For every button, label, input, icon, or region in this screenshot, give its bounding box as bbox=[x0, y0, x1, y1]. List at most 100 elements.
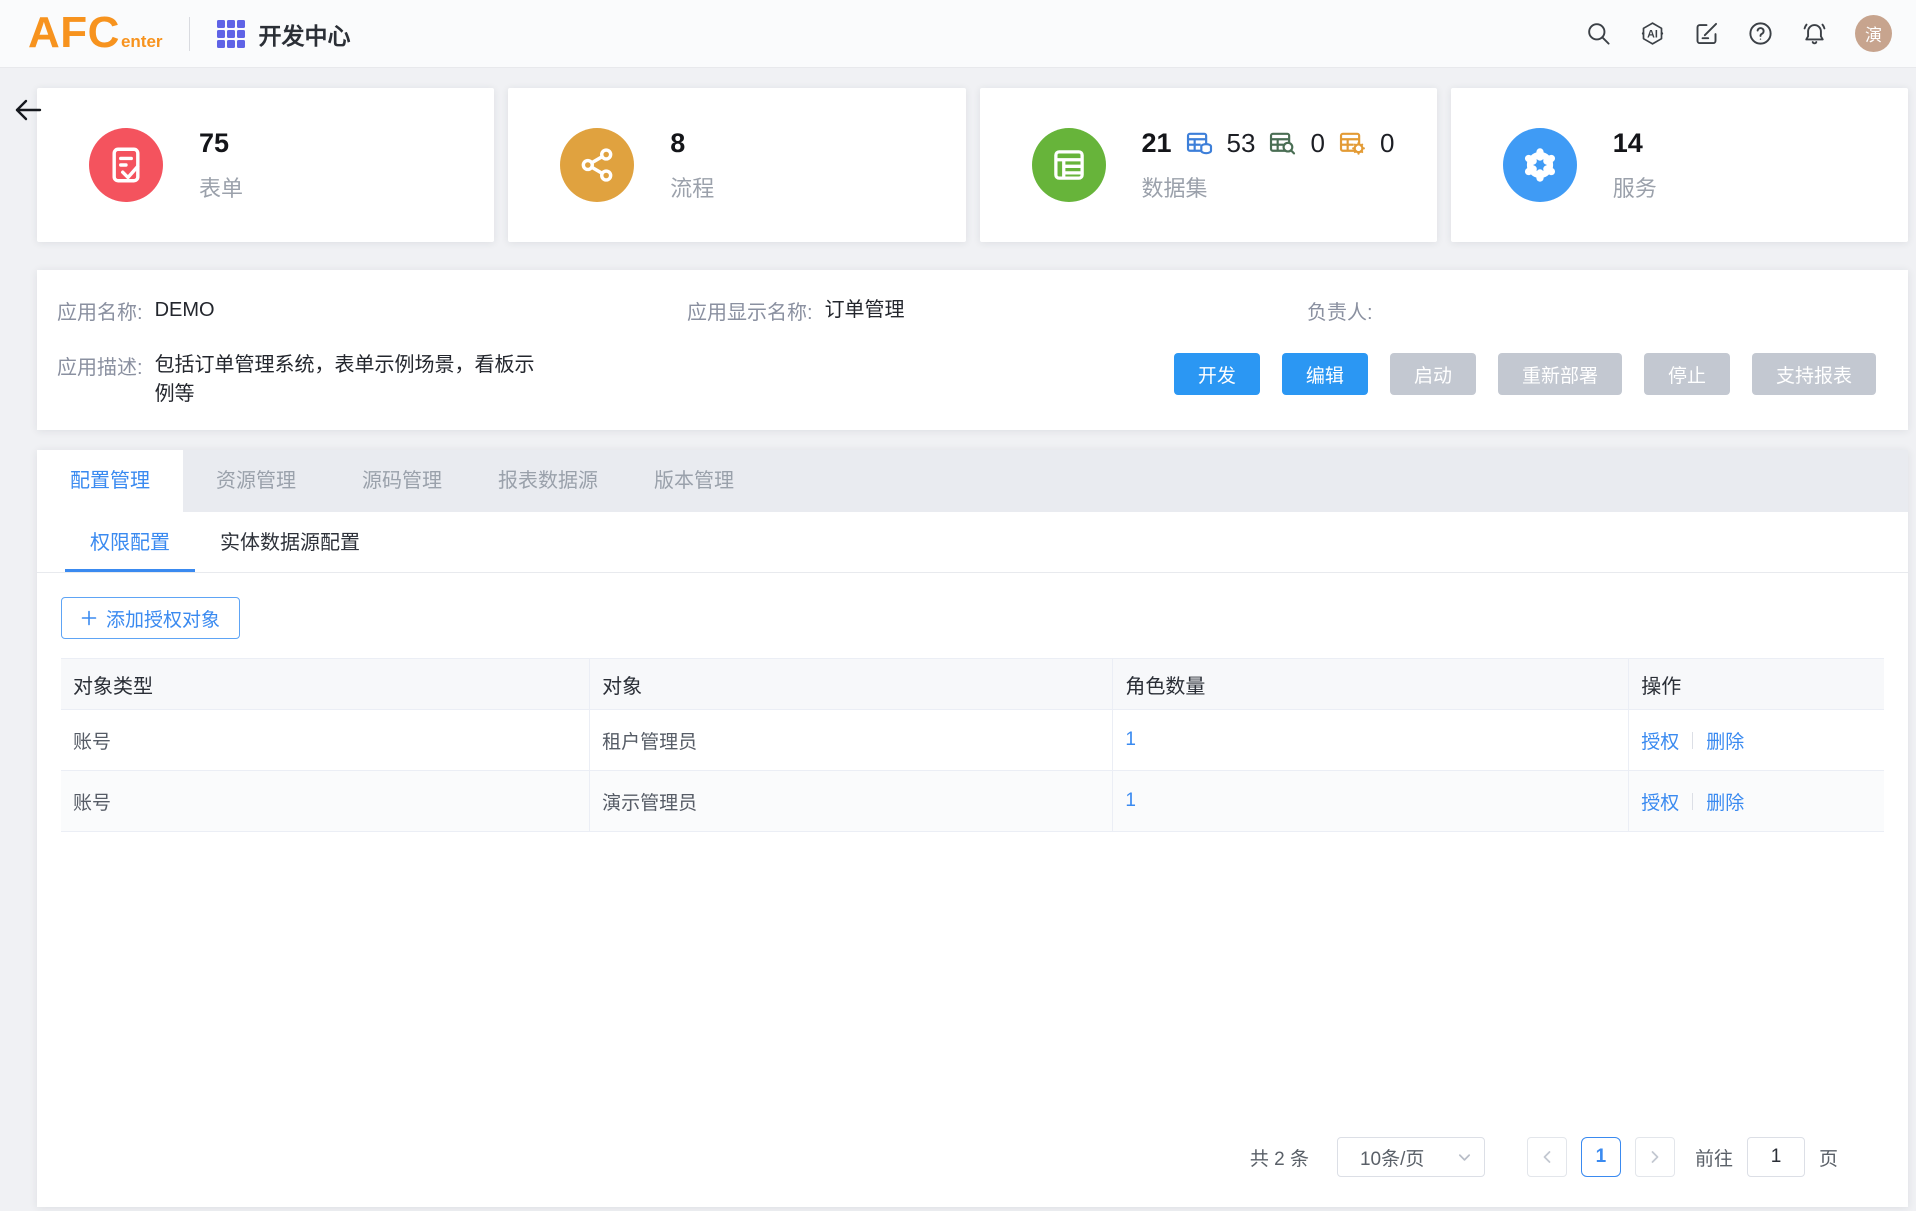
compose-icon[interactable] bbox=[1693, 20, 1720, 47]
ai-assistant-icon[interactable]: AI bbox=[1639, 20, 1666, 47]
dataset-gear-icon bbox=[1338, 129, 1367, 158]
app-info-panel: 应用名称: DEMO 应用显示名称: 订单管理 负责人: 应用描述: 包括订单管… bbox=[37, 270, 1908, 430]
subtab-entity-datasource-config[interactable]: 实体数据源配置 bbox=[195, 512, 385, 572]
action-divider bbox=[1692, 793, 1693, 810]
authorization-table: 对象类型 对象 角色数量 操作 账号 租户管理员 1 授权 删除 bbox=[61, 658, 1884, 832]
tab-report-datasource[interactable]: 报表数据源 bbox=[475, 450, 621, 512]
header-object: 对象 bbox=[590, 659, 1113, 710]
prev-page-button[interactable] bbox=[1527, 1137, 1567, 1177]
stat-value: 8 bbox=[670, 128, 714, 159]
logo-sub-text: enter bbox=[121, 32, 163, 52]
stat-card-forms: 75 表单 bbox=[37, 88, 494, 242]
notification-bell-icon[interactable] bbox=[1801, 20, 1828, 47]
stat-card-flows: 8 流程 bbox=[508, 88, 965, 242]
chevron-left-icon bbox=[1539, 1149, 1555, 1165]
table-row: 账号 租户管理员 1 授权 删除 bbox=[61, 710, 1884, 771]
chevron-down-icon bbox=[1457, 1150, 1472, 1165]
stat-value: 21 bbox=[1142, 128, 1172, 159]
cell-object-type: 账号 bbox=[61, 710, 590, 771]
back-arrow-button[interactable] bbox=[13, 96, 43, 124]
stat-value: 75 bbox=[199, 128, 243, 159]
dataset-search-icon bbox=[1268, 129, 1297, 158]
app-display-name-label: 应用显示名称: bbox=[687, 296, 813, 325]
stat-card-services: 14 服务 bbox=[1451, 88, 1908, 242]
flow-share-icon bbox=[560, 128, 634, 202]
permission-config-panel: 添加授权对象 对象类型 对象 角色数量 操作 账号 租户管理员 1 bbox=[37, 573, 1908, 1207]
help-icon[interactable] bbox=[1747, 20, 1774, 47]
add-authorization-button[interactable]: 添加授权对象 bbox=[61, 597, 240, 639]
tab-source-management[interactable]: 源码管理 bbox=[329, 450, 475, 512]
page-size-select[interactable]: 10条/页 bbox=[1337, 1137, 1485, 1177]
cell-object: 租户管理员 bbox=[590, 710, 1113, 771]
dataset-extra-value: 0 bbox=[1380, 128, 1394, 159]
table-row: 账号 演示管理员 1 授权 删除 bbox=[61, 771, 1884, 832]
role-count-link[interactable]: 1 bbox=[1125, 729, 1136, 750]
goto-page-input[interactable] bbox=[1747, 1137, 1805, 1177]
form-stat-icon bbox=[89, 128, 163, 202]
header-actions: 操作 bbox=[1629, 659, 1884, 710]
stat-value: 14 bbox=[1613, 128, 1657, 159]
workspace-switcher[interactable]: 开发中心 bbox=[216, 17, 351, 51]
next-page-button[interactable] bbox=[1635, 1137, 1675, 1177]
goto-label: 前往 bbox=[1695, 1144, 1733, 1171]
workspace-grid-icon bbox=[216, 19, 246, 49]
redeploy-button[interactable]: 重新部署 bbox=[1498, 353, 1622, 395]
search-icon[interactable] bbox=[1585, 20, 1612, 47]
role-count-link[interactable]: 1 bbox=[1125, 790, 1136, 811]
support-report-button[interactable]: 支持报表 bbox=[1752, 353, 1876, 395]
dataset-coins-icon bbox=[1185, 129, 1214, 158]
tab-config-management[interactable]: 配置管理 bbox=[37, 450, 183, 512]
nav-divider bbox=[189, 17, 190, 51]
tab-resource-management[interactable]: 资源管理 bbox=[183, 450, 329, 512]
header-role-count: 角色数量 bbox=[1113, 659, 1629, 710]
avatar-text: 演 bbox=[1865, 21, 1882, 46]
authorize-link[interactable]: 授权 bbox=[1641, 788, 1679, 815]
chevron-right-icon bbox=[1647, 1149, 1663, 1165]
logo-main-text: AFC bbox=[28, 15, 120, 51]
top-navbar: AFC enter 开发中心 AI bbox=[0, 0, 1916, 68]
action-divider bbox=[1692, 732, 1693, 749]
add-authorization-label: 添加授权对象 bbox=[106, 605, 220, 632]
stat-label: 服务 bbox=[1613, 171, 1657, 203]
dataset-counts-row: 21 53 0 0 bbox=[1142, 128, 1395, 159]
app-owner-label: 负责人: bbox=[1307, 296, 1373, 325]
delete-link[interactable]: 删除 bbox=[1706, 727, 1744, 754]
subtab-bar: 权限配置 实体数据源配置 bbox=[37, 512, 1908, 573]
plus-icon bbox=[81, 610, 97, 626]
table-header-row: 对象类型 对象 角色数量 操作 bbox=[61, 659, 1884, 710]
stat-label: 流程 bbox=[670, 171, 714, 203]
main-panel: 配置管理 资源管理 源码管理 报表数据源 版本管理 权限配置 实体数据源配置 添… bbox=[37, 450, 1908, 1207]
app-name-value: DEMO bbox=[155, 296, 215, 325]
page-size-value: 10条/页 bbox=[1360, 1144, 1424, 1171]
stop-button[interactable]: 停止 bbox=[1644, 353, 1730, 395]
page-number-button[interactable]: 1 bbox=[1581, 1137, 1621, 1177]
stat-label: 数据集 bbox=[1142, 171, 1395, 203]
stat-card-datasets: 21 53 0 0 bbox=[980, 88, 1437, 242]
app-desc-value: 包括订单管理系统，表单示例场景，看板示例等 bbox=[155, 351, 535, 409]
app-owner-field: 负责人: bbox=[1307, 296, 1876, 325]
cell-object: 演示管理员 bbox=[590, 771, 1113, 832]
header-object-type: 对象类型 bbox=[61, 659, 590, 710]
app-desc-field: 应用描述: 包括订单管理系统，表单示例场景，看板示例等 bbox=[57, 351, 687, 409]
dataset-extra-value: 53 bbox=[1227, 128, 1256, 159]
app-display-name-field: 应用显示名称: 订单管理 bbox=[687, 296, 1307, 325]
edit-button[interactable]: 编辑 bbox=[1282, 353, 1368, 395]
app-name-label: 应用名称: bbox=[57, 296, 143, 325]
app-desc-label: 应用描述: bbox=[57, 351, 143, 380]
start-button[interactable]: 启动 bbox=[1390, 353, 1476, 395]
dataset-table-icon bbox=[1032, 128, 1106, 202]
app-display-name-value: 订单管理 bbox=[825, 296, 905, 325]
dataset-extra-value: 0 bbox=[1310, 128, 1324, 159]
tab-strip: 配置管理 资源管理 源码管理 报表数据源 版本管理 bbox=[37, 450, 1908, 512]
afcenter-logo[interactable]: AFC enter bbox=[28, 15, 163, 51]
authorize-link[interactable]: 授权 bbox=[1641, 727, 1679, 754]
user-avatar[interactable]: 演 bbox=[1855, 15, 1892, 52]
svg-text:AI: AI bbox=[1647, 29, 1658, 41]
subtab-permission-config[interactable]: 权限配置 bbox=[65, 512, 195, 572]
tab-version-management[interactable]: 版本管理 bbox=[621, 450, 767, 512]
stat-label: 表单 bbox=[199, 171, 243, 203]
delete-link[interactable]: 删除 bbox=[1706, 788, 1744, 815]
cell-object-type: 账号 bbox=[61, 771, 590, 832]
develop-button[interactable]: 开发 bbox=[1174, 353, 1260, 395]
stat-cards-row: 75 表单 8 流程 21 bbox=[37, 88, 1908, 242]
